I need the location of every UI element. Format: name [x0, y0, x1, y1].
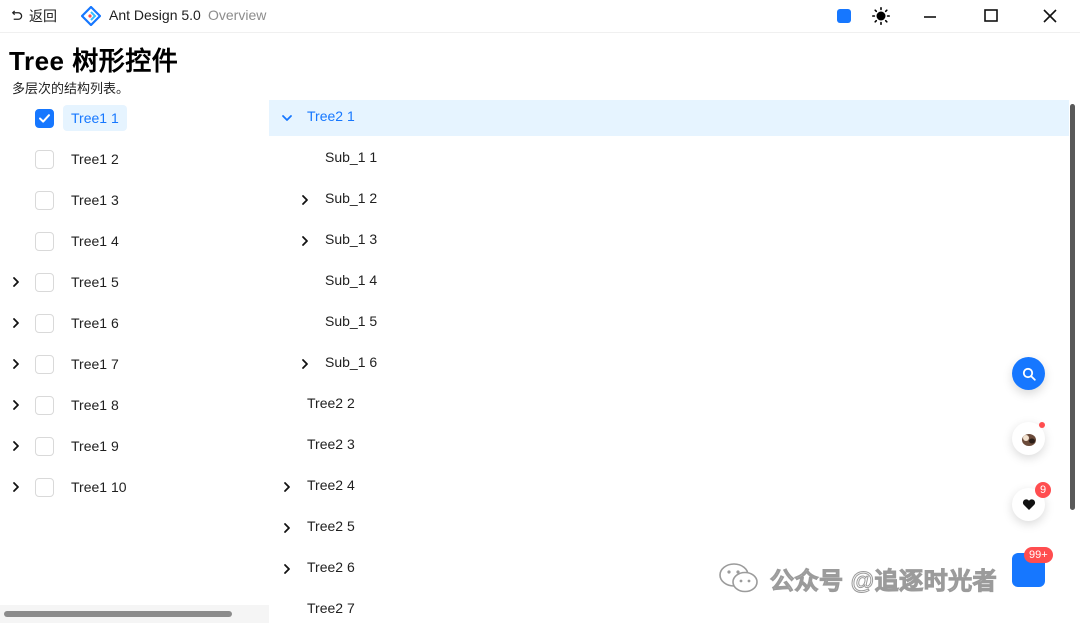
app-subtitle: Overview [208, 7, 267, 23]
search-icon [1022, 367, 1036, 381]
tree-node[interactable]: Tree1 2 [0, 144, 260, 174]
heart-count-badge: 9 [1035, 482, 1052, 498]
chevron-down-icon[interactable] [279, 110, 295, 126]
sun-icon[interactable] [872, 7, 890, 25]
chevron-right-icon[interactable] [279, 479, 295, 495]
horizontal-scrollbar-thumb[interactable] [4, 611, 232, 617]
tree-node-title[interactable]: Tree1 6 [63, 310, 127, 336]
back-button[interactable]: 返回 [10, 7, 57, 25]
watermark-text: 公众号 @追逐时光者 [769, 567, 998, 595]
tree-node-checkbox[interactable] [35, 273, 54, 292]
maximize-button[interactable] [979, 5, 1003, 27]
chevron-right-icon[interactable] [8, 438, 24, 454]
tree-node-checkbox[interactable] [35, 396, 54, 415]
tree-node[interactable]: Tree2 7 [269, 592, 1069, 623]
tree-node[interactable]: Sub_1 5 [269, 305, 1069, 341]
tree-node-checkbox[interactable] [35, 478, 54, 497]
tree-node[interactable]: Tree1 1 [0, 103, 260, 133]
tree-node-title[interactable]: Sub_1 3 [325, 231, 377, 247]
tree-node-title[interactable]: Tree1 5 [63, 269, 127, 295]
tree-node[interactable]: Sub_1 2 [269, 182, 1069, 218]
tree-node[interactable]: Tree1 6 [0, 308, 260, 338]
tree-node-title[interactable]: Tree1 2 [63, 146, 127, 172]
tree-node-title[interactable]: Tree2 2 [307, 395, 355, 411]
tree-node-title[interactable]: Tree1 10 [63, 474, 135, 500]
check-icon [39, 114, 50, 123]
tree-node[interactable]: Tree1 10 [0, 472, 260, 502]
page-title: Tree 树形控件 [9, 46, 179, 76]
tree-node-title[interactable]: Tree1 3 [63, 187, 127, 213]
chevron-right-icon[interactable] [279, 561, 295, 577]
chevron-right-icon[interactable] [8, 274, 24, 290]
tree-node[interactable]: Tree1 7 [0, 349, 260, 379]
minimize-button[interactable] [918, 5, 942, 27]
tree-node-title[interactable]: Sub_1 4 [325, 272, 377, 288]
tree-node-title[interactable]: Tree2 5 [307, 518, 355, 534]
expandable-tree: Tree2 1 Sub_1 1 Sub_1 2 Sub_1 3 Sub_1 4 Sub_1… [269, 100, 1080, 623]
chevron-right-icon[interactable] [8, 479, 24, 495]
tree-node[interactable]: Tree2 4 [269, 469, 1069, 505]
back-label: 返回 [29, 8, 57, 24]
notification-dot [1039, 422, 1045, 428]
tree-node[interactable]: Sub_1 3 [269, 223, 1069, 259]
tree-node[interactable]: Sub_1 6 [269, 346, 1069, 382]
tree-node[interactable]: Tree2 1 [269, 100, 1069, 136]
close-button[interactable] [1038, 5, 1062, 27]
watermark: 公众号 @追逐时光者 [718, 562, 998, 595]
tree-node-title[interactable]: Tree2 6 [307, 559, 355, 575]
chevron-right-icon[interactable] [8, 356, 24, 372]
tree-node-checkbox[interactable] [35, 191, 54, 210]
tree-node-title[interactable]: Tree1 7 [63, 351, 127, 377]
tree-node-checkbox[interactable] [35, 232, 54, 251]
tree-node[interactable]: Tree1 3 [0, 185, 260, 215]
tree-node-title[interactable]: Sub_1 1 [325, 149, 377, 165]
tree-node-title[interactable]: Sub_1 2 [325, 190, 377, 206]
tree-node[interactable]: Sub_1 4 [269, 264, 1069, 300]
chevron-right-icon[interactable] [8, 315, 24, 331]
tree-node-title[interactable]: Tree1 9 [63, 433, 127, 459]
tree-node-title[interactable]: Sub_1 5 [325, 313, 377, 329]
tree-node[interactable]: Tree1 5 [0, 267, 260, 297]
tree-node[interactable]: Tree1 8 [0, 390, 260, 420]
chevron-right-icon[interactable] [279, 520, 295, 536]
tree-node-checkbox[interactable] [35, 355, 54, 374]
tree-node-title[interactable]: Tree1 1 [63, 105, 127, 131]
title-bar: 返回 Ant Design 5.0 Overview [0, 0, 1080, 33]
undo-icon [11, 9, 23, 20]
chevron-right-icon[interactable] [297, 233, 313, 249]
wechat-icon [719, 563, 758, 593]
tree-node-title[interactable]: Tree1 8 [63, 392, 127, 418]
color-theme-button[interactable] [837, 9, 851, 23]
tree-node[interactable]: Tree1 9 [0, 431, 260, 461]
ant-design-logo-icon [81, 6, 101, 26]
chevron-right-icon[interactable] [297, 356, 313, 372]
avatar-icon [1021, 433, 1036, 446]
page-description: 多层次的结构列表。 [12, 81, 130, 96]
tree-node[interactable]: Sub_1 1 [269, 141, 1069, 177]
tree-node-checkbox[interactable] [35, 437, 54, 456]
tree-node-title[interactable]: Tree1 4 [63, 228, 127, 254]
tree-node[interactable]: Tree2 2 [269, 387, 1069, 423]
message-count-badge: 99+ [1024, 547, 1053, 563]
tree-node-title[interactable]: Sub_1 6 [325, 354, 377, 370]
tree-node-checkbox[interactable] [35, 314, 54, 333]
vertical-scrollbar-thumb[interactable] [1070, 104, 1075, 510]
tree-node-title[interactable]: Tree2 3 [307, 436, 355, 452]
chevron-right-icon[interactable] [8, 397, 24, 413]
tree-node-checkbox[interactable] [35, 150, 54, 169]
tree-node-title[interactable]: Tree2 1 [307, 108, 355, 124]
app-name: Ant Design 5.0 [109, 7, 201, 23]
tree-node[interactable]: Tree2 5 [269, 510, 1069, 546]
tree-node-title[interactable]: Tree2 7 [307, 600, 355, 616]
tree-node-checkbox[interactable] [35, 109, 54, 128]
search-float-button[interactable] [1012, 357, 1045, 390]
chevron-right-icon[interactable] [297, 192, 313, 208]
tree-node[interactable]: Tree1 4 [0, 226, 260, 256]
tree-node-title[interactable]: Tree2 4 [307, 477, 355, 493]
tree-node[interactable]: Tree2 3 [269, 428, 1069, 464]
heart-icon [1022, 499, 1035, 510]
